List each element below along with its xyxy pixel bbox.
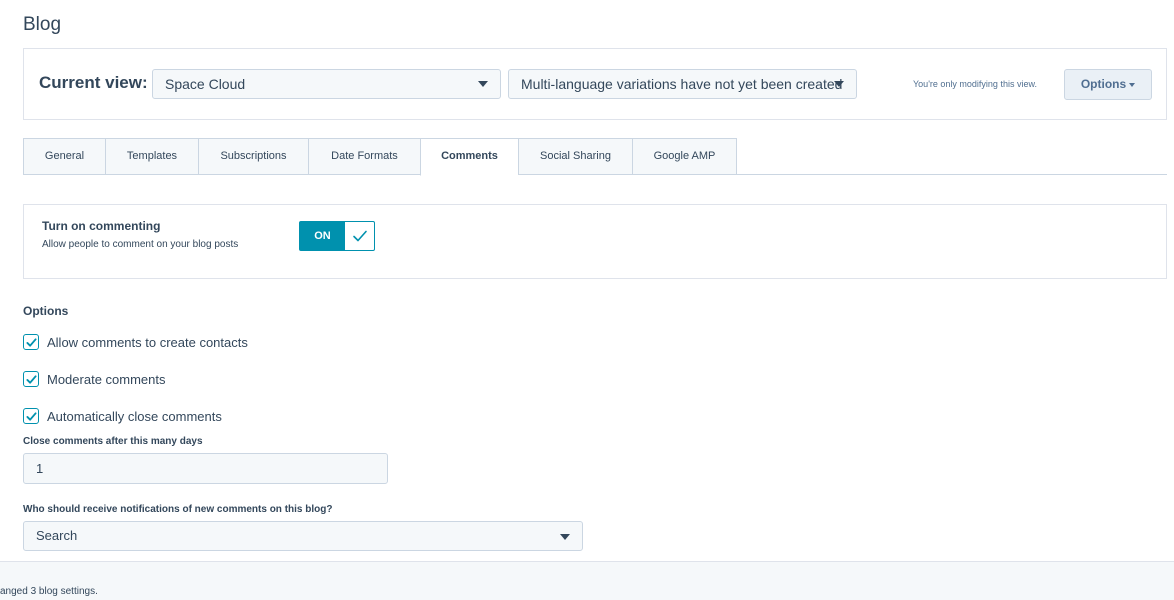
checkbox-row-create-contacts[interactable]: Allow comments to create contacts — [23, 334, 248, 350]
tab-general[interactable]: General — [23, 138, 105, 175]
settings-tabs: General Templates Subscriptions Date For… — [23, 138, 1167, 176]
footer-status-text: anged 3 blog settings. — [0, 586, 98, 597]
commenting-toggle[interactable]: ON — [299, 221, 375, 251]
tab-social-sharing[interactable]: Social Sharing — [518, 138, 632, 175]
commenting-card: Turn on commenting Allow people to comme… — [23, 204, 1167, 279]
notify-label: Who should receive notifications of new … — [23, 504, 333, 515]
tab-date-formats[interactable]: Date Formats — [308, 138, 420, 175]
tab-comments[interactable]: Comments — [420, 138, 518, 176]
caret-down-icon — [560, 534, 570, 540]
commenting-subtitle: Allow people to comment on your blog pos… — [42, 239, 239, 250]
view-select[interactable]: Space Cloud — [152, 69, 501, 99]
language-select[interactable]: Multi-language variations have not yet b… — [508, 69, 857, 99]
tab-google-amp[interactable]: Google AMP — [632, 138, 737, 175]
caret-down-icon — [478, 81, 488, 87]
checkbox-create-contacts[interactable] — [23, 334, 39, 350]
options-heading: Options — [23, 304, 69, 318]
close-days-input[interactable] — [23, 453, 388, 484]
view-select-value: Space Cloud — [165, 76, 246, 92]
notify-recipients-select[interactable]: Search — [23, 521, 583, 551]
commenting-title: Turn on commenting — [42, 219, 161, 233]
checkmark-icon — [25, 411, 37, 421]
caret-down-icon — [834, 81, 844, 87]
footer-bar: anged 3 blog settings. — [0, 561, 1174, 600]
caret-down-icon — [1129, 82, 1136, 87]
options-button[interactable]: Options — [1064, 69, 1152, 100]
language-select-value: Multi-language variations have not yet b… — [521, 76, 843, 92]
tab-templates[interactable]: Templates — [105, 138, 198, 175]
checkbox-auto-close[interactable] — [23, 408, 39, 424]
checkbox-row-moderate[interactable]: Moderate comments — [23, 371, 166, 387]
checkbox-label: Automatically close comments — [47, 408, 222, 424]
current-view-panel: Current view: Space Cloud Multi-language… — [23, 48, 1167, 120]
page-title: Blog — [23, 14, 62, 35]
checkbox-label: Allow comments to create contacts — [47, 334, 248, 350]
notify-select-value: Search — [36, 528, 78, 543]
options-button-label: Options — [1080, 77, 1127, 91]
checkmark-icon — [353, 230, 367, 242]
checkmark-icon — [25, 374, 37, 384]
checkbox-moderate-comments[interactable] — [23, 371, 39, 387]
checkbox-label: Moderate comments — [47, 371, 166, 387]
modify-note: You're only modifying this view. — [913, 79, 1037, 89]
checkbox-row-auto-close[interactable]: Automatically close comments — [23, 408, 222, 424]
checkmark-icon — [25, 337, 37, 347]
close-days-label: Close comments after this many days — [23, 436, 203, 447]
toggle-on-label: ON — [300, 222, 345, 250]
current-view-label: Current view: — [39, 73, 148, 92]
tab-subscriptions[interactable]: Subscriptions — [198, 138, 308, 175]
